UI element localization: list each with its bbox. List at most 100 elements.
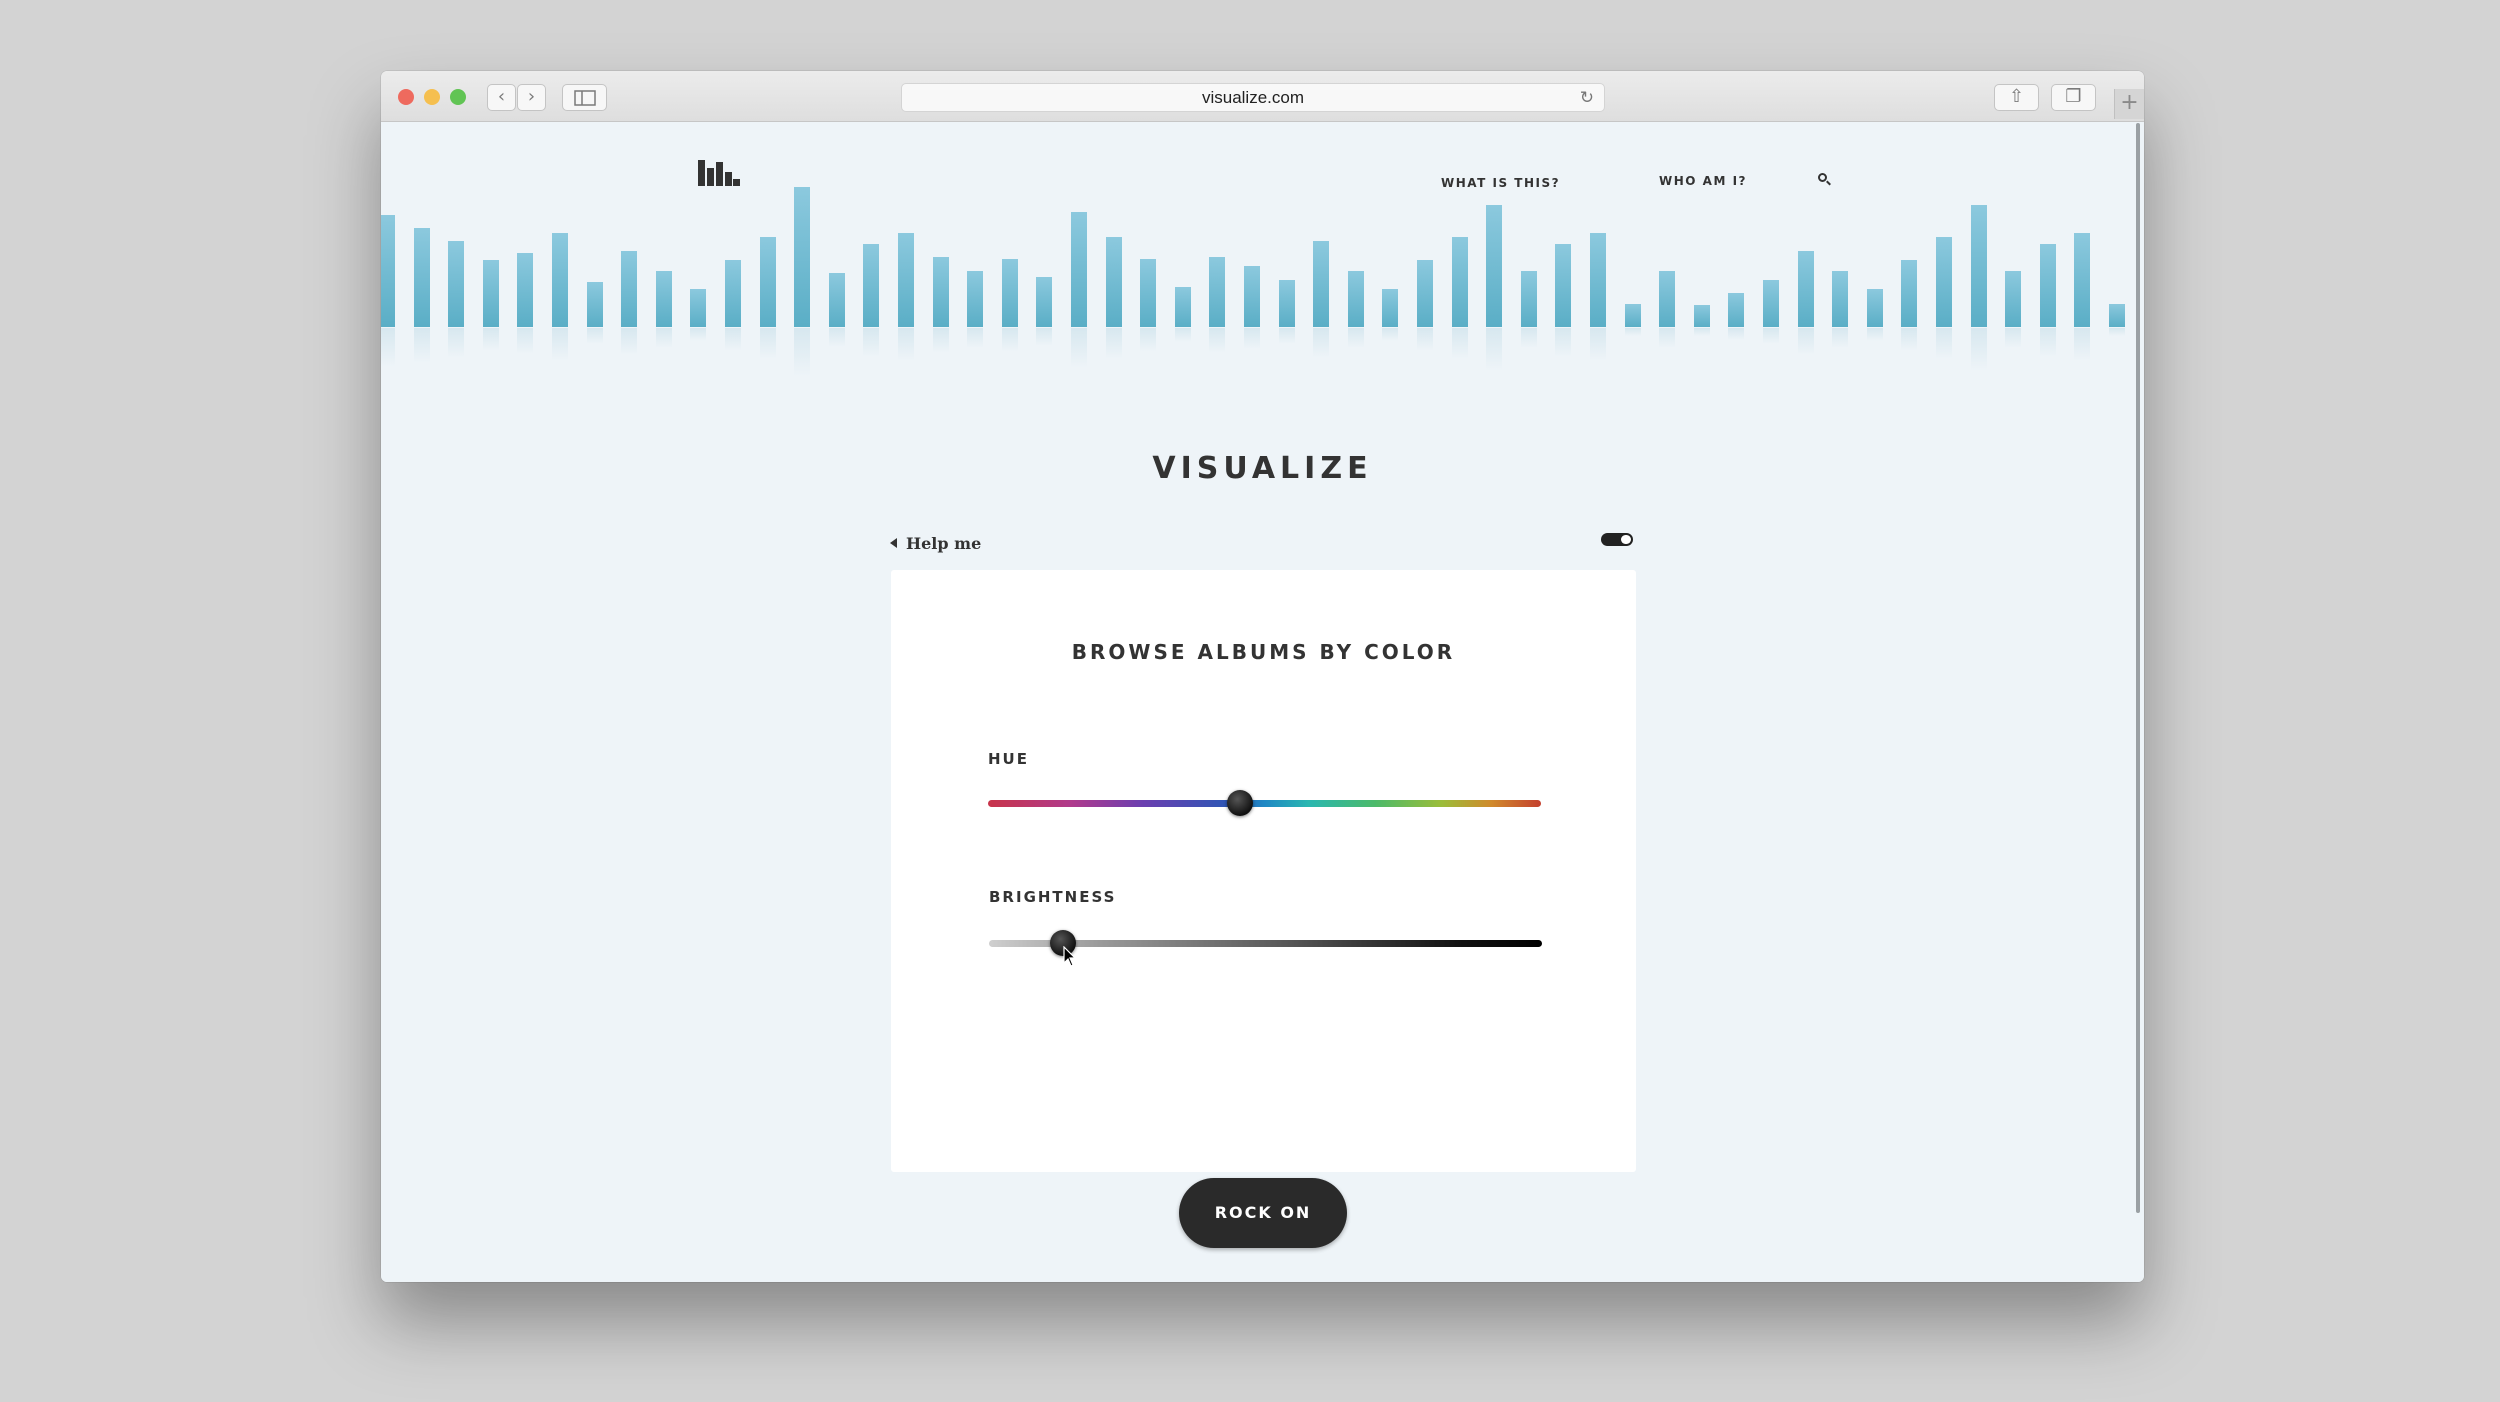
close-window-button[interactable] [398, 89, 414, 105]
visualizer-bar-reflection [794, 328, 811, 377]
visualizer-bar-reflection [1555, 328, 1572, 357]
visualizer-bar-reflection [517, 328, 534, 354]
chevron-right-icon[interactable]: › [517, 84, 546, 111]
card-title: BROWSE ALBUMS BY COLOR [1071, 640, 1456, 664]
mouse-cursor-icon [1063, 946, 1077, 967]
visualizer-bar [1347, 271, 1364, 327]
audio-visualizer [381, 187, 2144, 393]
visualizer-bar [794, 187, 811, 327]
visualizer-bar-reflection [1832, 328, 1849, 348]
hue-slider-track[interactable] [988, 800, 1541, 807]
share-icon[interactable]: ⇧ [1994, 84, 2039, 111]
visualizer-bar [690, 289, 707, 327]
visualizer-bar [1451, 237, 1468, 327]
brightness-label: BRIGHTNESS [989, 888, 1117, 906]
visualizer-bar [1659, 271, 1676, 327]
page-content: WHAT IS THIS? WHO AM I? VISUALIZE Help m… [381, 123, 2144, 1282]
visualizer-bar-reflection [967, 328, 984, 348]
visualizer-bar-reflection [863, 328, 880, 357]
hue-slider-thumb[interactable] [1226, 790, 1253, 816]
help-link[interactable]: Help me [890, 534, 981, 553]
visualizer-bar [1936, 237, 1952, 327]
visualizer-bar [1313, 241, 1330, 327]
caret-left-icon [890, 538, 897, 548]
visualizer-bar-reflection [1590, 328, 1606, 361]
visualizer-bar [1174, 287, 1191, 327]
reload-icon[interactable]: ↻ [1580, 84, 1594, 111]
visualizer-bar [1244, 266, 1260, 327]
visualizer-bar [828, 273, 845, 327]
visualizer-bar-reflection [1036, 328, 1053, 346]
visualizer-bar [1624, 304, 1641, 327]
browser-titlebar: ‹ › visualize.com ↻ ⇧ ❐ + [381, 71, 2144, 122]
sidebar-icon[interactable] [562, 84, 607, 111]
visualizer-bar [381, 215, 395, 327]
visualizer-bar [1866, 289, 1883, 327]
visualizer-bar-reflection [1001, 328, 1018, 352]
hue-label: HUE [988, 750, 1029, 768]
visualizer-bar-reflection [1417, 328, 1433, 351]
visualizer-bar [1901, 260, 1918, 327]
visualizer-bar [448, 241, 465, 327]
visualizer-bar-reflection [1728, 328, 1745, 340]
plus-icon[interactable]: + [2114, 89, 2144, 119]
toggle-switch[interactable] [1601, 533, 1633, 546]
visualizer-bar-reflection [1901, 328, 1918, 351]
visualizer-bar [863, 244, 880, 327]
visualizer-bar [1140, 259, 1157, 327]
visualizer-bar [1278, 280, 1295, 327]
visualizer-bar-reflection [2074, 328, 2091, 361]
browser-window: ‹ › visualize.com ↻ ⇧ ❐ + WHAT IS THIS? … [381, 71, 2144, 1282]
visualizer-bar-reflection [1486, 328, 1503, 371]
visualizer-bar-reflection [655, 328, 672, 348]
visualizer-bar [655, 271, 672, 327]
visualizer-bar-reflection [932, 328, 949, 353]
tabs-icon[interactable]: ❐ [2051, 84, 2096, 111]
url-text: visualize.com [1201, 88, 1305, 107]
visualizer-bar-reflection [1693, 328, 1710, 336]
visualizer-bar [1555, 244, 1572, 327]
visualizer-bar-reflection [448, 328, 465, 358]
visualizer-bar [1382, 289, 1399, 327]
visualizer-bar-reflection [1071, 328, 1087, 368]
visualizer-bar-reflection [2005, 328, 2022, 348]
visualizer-bar [1209, 257, 1226, 327]
visualizer-bar [2074, 233, 2091, 327]
visualizer-bar [932, 257, 949, 327]
visualizer-bar-reflection [1866, 328, 1883, 341]
help-link-label: Help me [906, 534, 982, 553]
visualizer-bar-reflection [552, 328, 568, 361]
rock-on-button[interactable]: ROCK ON [1179, 1178, 1347, 1248]
visualizer-bar [2039, 244, 2056, 327]
visualizer-bar [1832, 271, 1849, 327]
nav-who-am-i[interactable]: WHO AM I? [1659, 174, 1747, 188]
visualizer-bar-reflection [1520, 328, 1537, 348]
visualizer-bar [1590, 233, 1606, 327]
visualizer-bar-reflection [1278, 328, 1295, 344]
zoom-window-button[interactable] [450, 89, 466, 105]
visualizer-bar [2109, 304, 2125, 327]
visualizer-bar [1763, 280, 1779, 327]
visualizer-bar-reflection [1174, 328, 1191, 342]
visualizer-bar [1105, 237, 1122, 327]
visualizer-bar-reflection [1624, 328, 1641, 336]
visualizer-bar-reflection [1313, 328, 1330, 358]
visualizer-bar-reflection [413, 328, 430, 363]
address-bar[interactable]: visualize.com ↻ [901, 83, 1605, 112]
visualizer-bar [621, 251, 638, 327]
visualizer-bar [1417, 260, 1433, 327]
visualizer-bar [1970, 205, 1987, 327]
minimize-window-button[interactable] [424, 89, 440, 105]
visualizer-bar-reflection [621, 328, 638, 355]
visualizer-bar [759, 237, 776, 327]
visualizer-bar-reflection [1244, 328, 1260, 349]
logo-bars-icon[interactable] [698, 156, 740, 186]
visualizer-bar-reflection [1209, 328, 1226, 353]
visualizer-bar-reflection [1140, 328, 1157, 352]
visualizer-bar-reflection [586, 328, 603, 344]
search-icon[interactable] [1818, 173, 1832, 187]
chevron-left-icon[interactable]: ‹ [487, 84, 516, 111]
visualizer-bar-reflection [690, 328, 707, 341]
nav-what-is-this[interactable]: WHAT IS THIS? [1441, 176, 1560, 190]
visualizer-bar-reflection [1105, 328, 1122, 359]
